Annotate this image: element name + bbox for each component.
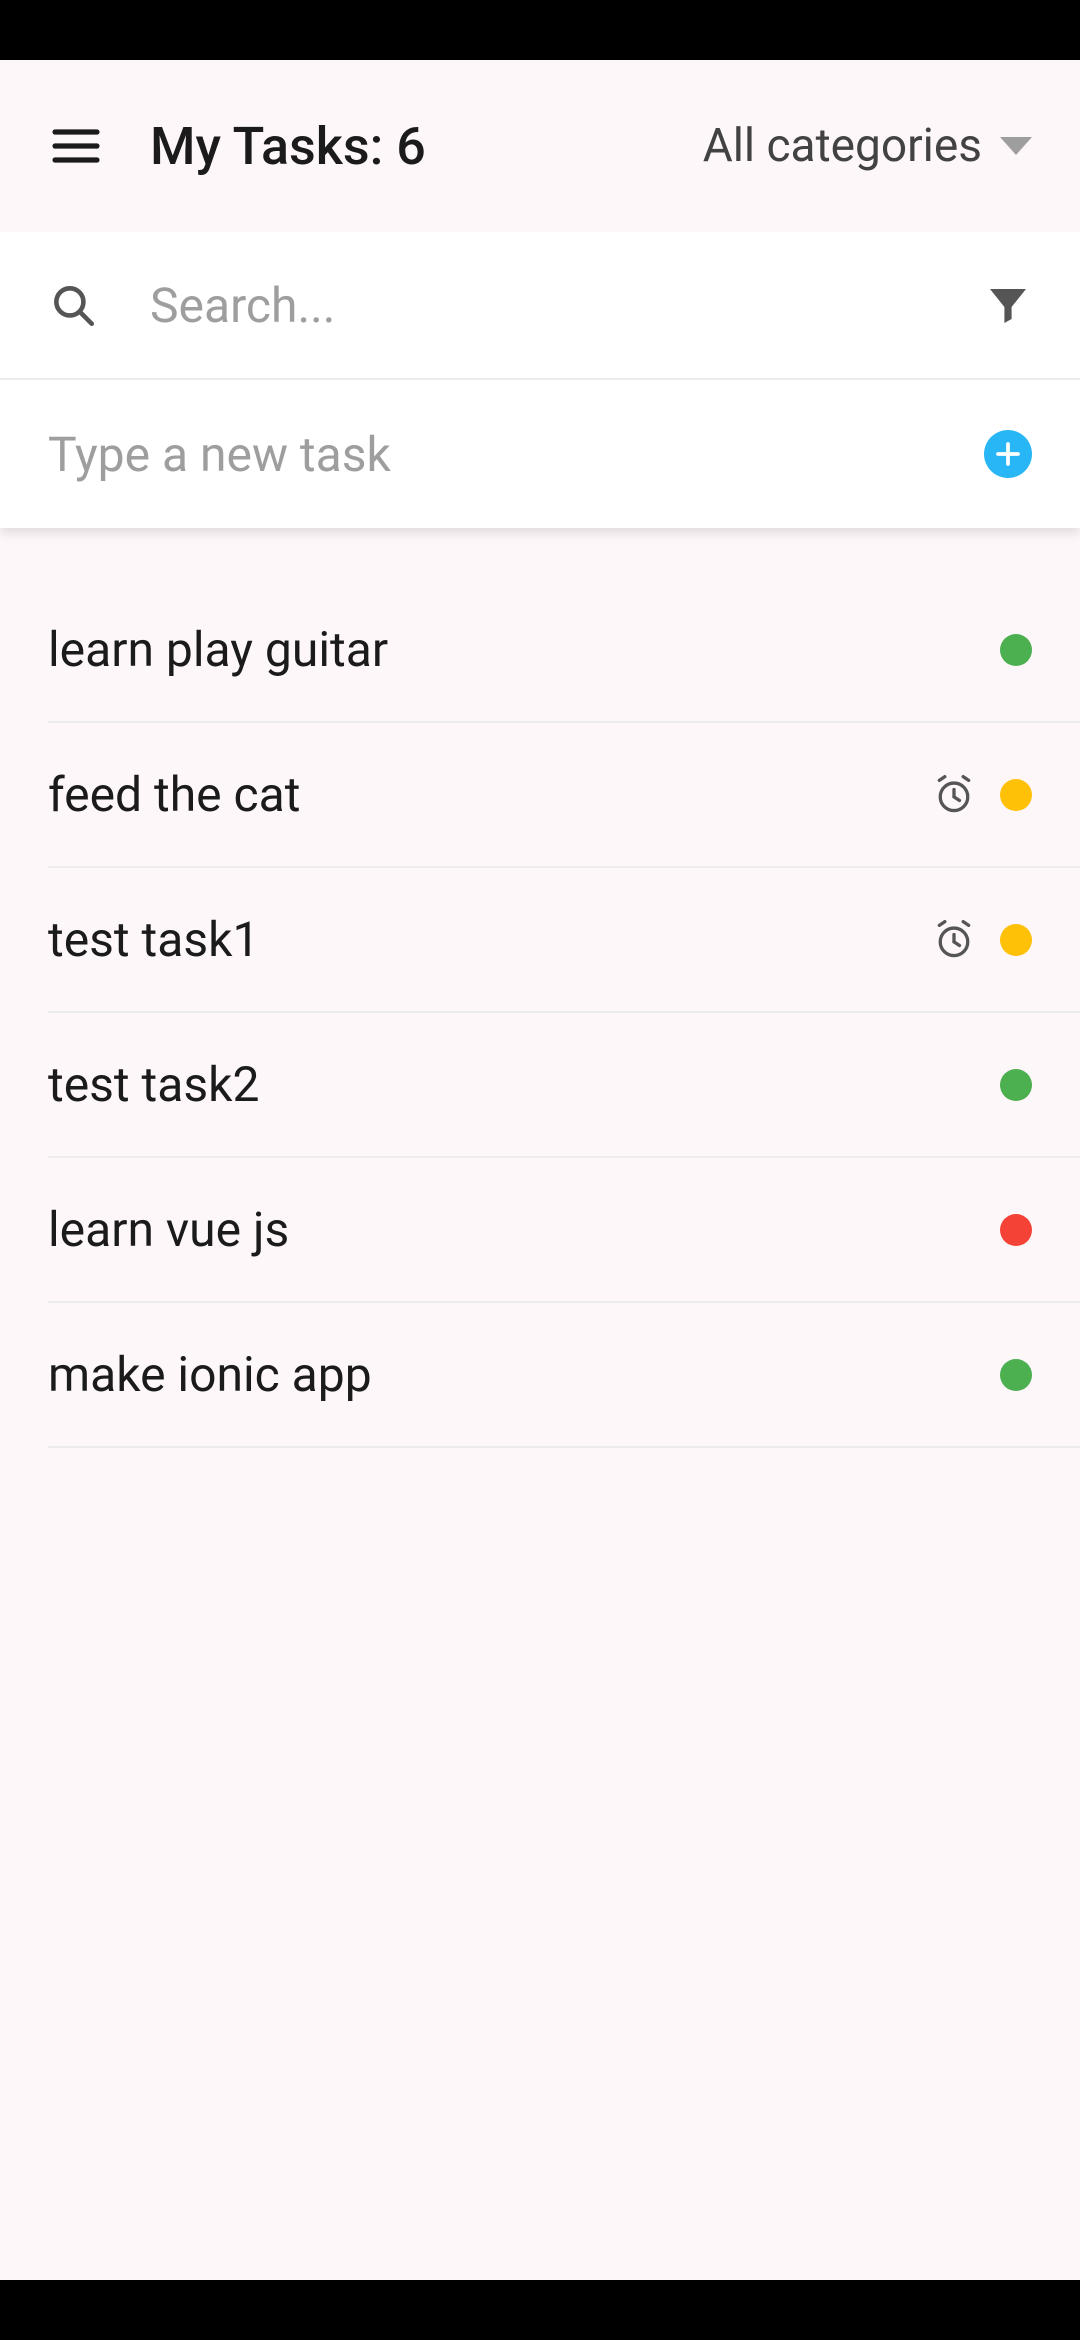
task-title: test task2 [48,1056,1000,1113]
page-title: My Tasks: 6 [150,116,703,177]
search-row [0,232,1080,380]
alarm-icon [932,918,976,962]
nav-bar-bottom [0,2280,1080,2340]
task-title: test task1 [48,911,932,968]
category-dot [1000,1069,1032,1101]
chevron-down-icon [1000,137,1032,155]
task-title: learn vue js [48,1201,1000,1258]
task-item[interactable]: test task1 [48,868,1080,1013]
category-selector[interactable]: All categories [703,119,1032,173]
task-item[interactable]: feed the cat [48,723,1080,868]
alarm-icon [932,773,976,817]
category-dot [1000,924,1032,956]
task-item[interactable]: test task2 [48,1013,1080,1158]
task-title: feed the cat [48,766,932,823]
category-dot [1000,1214,1032,1246]
task-item[interactable]: make ionic app [48,1303,1080,1448]
category-dot [1000,1359,1032,1391]
category-dot [1000,634,1032,666]
status-bar-top [0,0,1080,60]
search-input[interactable] [150,277,984,334]
category-selector-label: All categories [703,119,982,173]
task-item[interactable]: learn play guitar [48,578,1080,723]
new-task-row [0,380,1080,528]
category-dot [1000,779,1032,811]
filter-icon[interactable] [984,281,1032,329]
menu-icon[interactable] [48,118,104,174]
add-task-button[interactable] [984,430,1032,478]
task-title: make ionic app [48,1346,1000,1403]
app-area: My Tasks: 6 All categories [0,60,1080,2280]
app-header: My Tasks: 6 All categories [0,60,1080,232]
new-task-input[interactable] [48,426,984,483]
task-item[interactable]: learn vue js [48,1158,1080,1303]
search-icon[interactable] [48,280,98,330]
task-title: learn play guitar [48,621,1000,678]
task-list: learn play guitar feed the cat test task… [0,528,1080,1448]
